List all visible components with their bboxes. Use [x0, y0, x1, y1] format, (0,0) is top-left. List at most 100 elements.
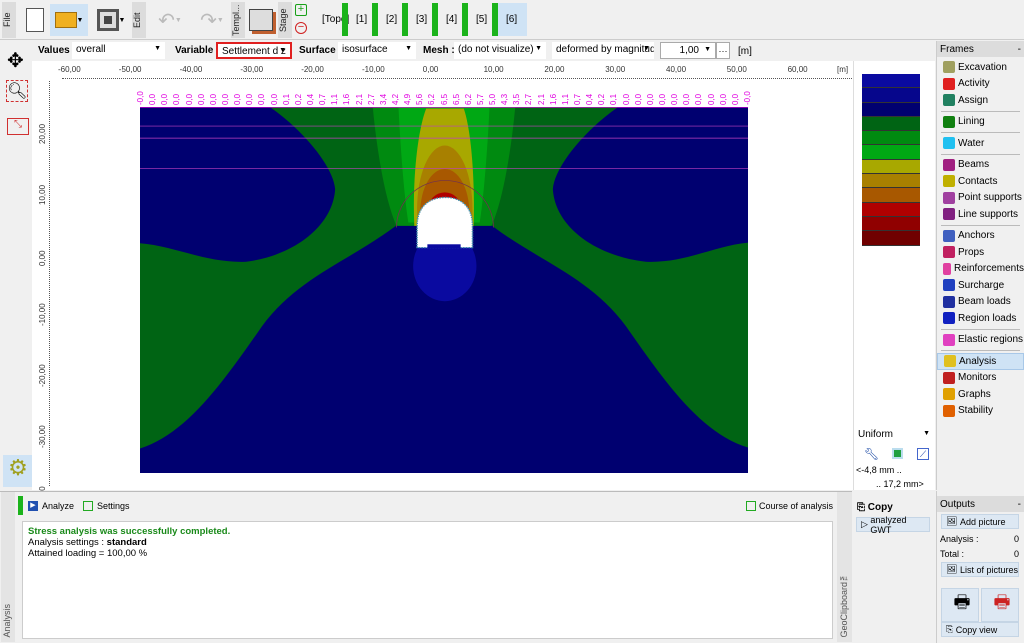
stage-tab-6[interactable]: [6]	[492, 3, 528, 36]
surface-settlement-label: 0,2	[597, 93, 607, 105]
stage-tab-2[interactable]: [2]	[372, 3, 401, 36]
stage-tab-3[interactable]: [3]	[402, 3, 431, 36]
settings-button[interactable]: Settings	[83, 501, 130, 511]
frames-collapse-button[interactable]: -	[1018, 44, 1021, 55]
redo-button[interactable]: ↷ ▼	[192, 4, 232, 36]
zoom-extents-icon[interactable]: ⤡	[7, 118, 29, 135]
more-button[interactable]: ···	[716, 42, 730, 59]
open-button[interactable]: ▼	[50, 4, 88, 36]
frame-reinforcements[interactable]: Reinforcements	[937, 261, 1024, 278]
stage-tab[interactable]: Stage	[278, 2, 292, 38]
stage-tab-4[interactable]: [4]	[432, 3, 461, 36]
add-stage-icon[interactable]: +	[295, 4, 307, 16]
surface-settlement-label: 0,0	[220, 93, 230, 105]
frame-activity[interactable]: Activity	[937, 76, 1024, 93]
frame-stability[interactable]: Stability	[937, 403, 1024, 420]
frame-region-loads[interactable]: Region loads	[937, 310, 1024, 327]
frame-graphs[interactable]: Graphs	[937, 386, 1024, 403]
surface-settlement-label: 1,6	[342, 93, 352, 105]
print-button[interactable]: 🖶	[941, 588, 979, 622]
frame-assign[interactable]: Assign	[937, 92, 1024, 109]
copy-button[interactable]: ⎘ Copy	[857, 502, 893, 513]
frame-point-supports[interactable]: Point supports	[937, 190, 1024, 207]
line-supports-icon	[943, 208, 955, 221]
surface-settlement-label: 4,2	[390, 93, 400, 105]
list-of-pictures-button[interactable]: 🖼︎ List of pictures	[941, 562, 1019, 577]
analysis-side-tab[interactable]: Analysis	[1, 492, 15, 642]
surface-settlement-label: 0,0	[172, 93, 182, 105]
stage-tab-5[interactable]: [5]	[462, 3, 491, 36]
surface-settlement-label: 4,9	[403, 93, 413, 105]
frame-contacts[interactable]: Contacts	[937, 173, 1024, 190]
file-tab[interactable]: File	[2, 2, 16, 38]
analyze-button[interactable]: ▶ Analyze	[28, 501, 74, 511]
analyzed-gwt-item[interactable]: ▷ analyzed GWT	[856, 515, 930, 535]
frame-label: Analysis	[959, 355, 997, 367]
undo-button[interactable]: ↶ ▼	[150, 4, 190, 36]
outputs-title: Outputs	[940, 499, 976, 510]
templates-button[interactable]	[246, 4, 276, 36]
main-toolbar: File ▼ ▼ Edit ↶ ▼ ↷ ▼ Templ... Stage + − […	[0, 0, 1024, 40]
contacts-icon	[943, 175, 955, 188]
frame-monitors[interactable]: Monitors	[937, 370, 1024, 387]
save-button[interactable]: ▼	[92, 4, 130, 36]
surface-settlement-label: 0,0	[718, 93, 728, 105]
outputs-collapse-button[interactable]: -	[1018, 499, 1021, 510]
variable-select[interactable]: Settlement d z	[216, 42, 292, 59]
zoom-icon[interactable]: 🔍︎	[6, 80, 28, 102]
geoclipboard-side-tab[interactable]: GeoClipboard™	[837, 492, 852, 642]
surface-settlement-label: 0,0	[196, 93, 206, 105]
frame-anchors[interactable]: Anchors	[937, 228, 1024, 245]
legend-edit-icon[interactable]: ⟋	[917, 448, 929, 460]
frame-water[interactable]: Water	[937, 135, 1024, 152]
print-pdf-button[interactable]: 🖶	[981, 588, 1019, 622]
frame-surcharge[interactable]: Surcharge	[937, 277, 1024, 294]
course-of-analysis-button[interactable]: Course of analysis	[746, 501, 833, 511]
pan-icon[interactable]: ✥	[7, 48, 24, 73]
frame-beams[interactable]: Beams	[937, 157, 1024, 174]
deform-select[interactable]: deformed by magnitude	[552, 42, 654, 59]
frame-excavation[interactable]: Excavation	[937, 59, 1024, 76]
frame-props[interactable]: Props	[937, 244, 1024, 261]
surface-select[interactable]: isosurface	[338, 42, 416, 59]
reinforcements-icon	[943, 262, 951, 275]
remove-stage-icon[interactable]: −	[295, 22, 307, 34]
mesh-select[interactable]: (do not visualize)	[454, 42, 546, 59]
surface-settlement-label: 6,2	[463, 93, 473, 105]
frame-label: Excavation	[958, 61, 1007, 73]
total-count: 0	[1014, 549, 1020, 559]
frame-line-supports[interactable]: Line supports	[937, 206, 1024, 223]
copy-view-button[interactable]: ⎘ Copy view	[941, 622, 1019, 637]
legend-add-icon[interactable]	[892, 448, 903, 459]
legend-swatch	[862, 74, 920, 89]
geoclipboard-label: GeoClipboard™	[839, 572, 849, 638]
frame-elastic-regions[interactable]: Elastic regions	[937, 332, 1024, 349]
surface-settlement-label: 6,5	[451, 93, 461, 105]
values-select[interactable]: overall	[72, 42, 165, 59]
printer-icon: 🖶	[953, 592, 971, 612]
surface-settlement-label: 3,4	[378, 93, 388, 105]
edit-tab[interactable]: Edit	[132, 2, 146, 38]
settings-gear-icon[interactable]: ⚙	[3, 455, 33, 487]
scale-input[interactable]: 1,00	[660, 42, 716, 59]
divider	[941, 110, 1020, 112]
stability-icon	[943, 404, 955, 417]
legend-mode-select[interactable]: Uniform	[854, 427, 934, 444]
redo-icon: ↷	[200, 9, 217, 32]
undo-icon: ↶	[158, 9, 175, 32]
frame-lining[interactable]: Lining	[937, 114, 1024, 131]
new-file-button[interactable]	[20, 4, 50, 36]
ruler-y-ticks	[46, 81, 50, 486]
frame-label: Surcharge	[958, 279, 1005, 291]
frame-beam-loads[interactable]: Beam loads	[937, 294, 1024, 311]
add-picture-button[interactable]: 🖼︎ Add picture	[941, 514, 1019, 529]
templates-tab[interactable]: Templ...	[231, 2, 245, 38]
surface-settlement-label: 4,3	[500, 93, 510, 105]
drawing-area[interactable]: -60,00 -50,00 -40,00 -30,00 -20,00 -10,00 0,00…	[32, 61, 853, 509]
legend-swatch	[862, 116, 920, 132]
legend-settings-wrench-icon[interactable]: 🔧︎	[864, 447, 879, 461]
surface-settlement-label: 0,0	[682, 93, 692, 105]
frame-analysis[interactable]: Analysis	[937, 353, 1024, 370]
lining-icon	[943, 115, 955, 128]
stage-tab-1[interactable]: [1]	[342, 3, 371, 36]
